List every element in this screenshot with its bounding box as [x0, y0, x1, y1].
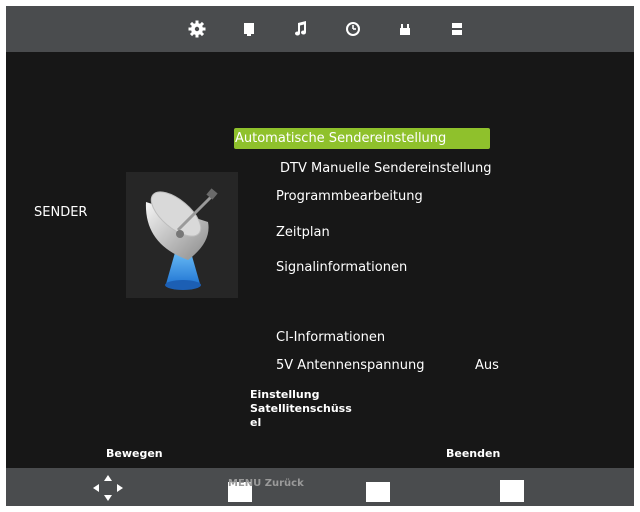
- section-label: SENDER: [34, 205, 88, 220]
- menu-item-ci-info[interactable]: CI-Informationen: [276, 330, 385, 345]
- tv-osd-screen: SENDER Automatische Sendereinstellung DT…: [6, 6, 634, 506]
- clock-icon[interactable]: [344, 20, 362, 38]
- lock-icon[interactable]: [396, 20, 414, 38]
- menu-item-dtv-manual-tuning[interactable]: DTV Manuelle Sendereinstellung: [280, 161, 491, 176]
- menu-item-program-edit[interactable]: Programmbearbeitung: [276, 189, 423, 204]
- move-hint-label: Bewegen: [106, 447, 163, 460]
- dish-setup-line-2: Satellitenschüss: [250, 402, 352, 415]
- bottom-key-bar: MENU Zurück: [6, 468, 634, 506]
- key-box-icon[interactable]: [366, 482, 390, 502]
- gear-icon[interactable]: [188, 20, 206, 38]
- exit-hint-label: Beenden: [446, 447, 501, 460]
- music-note-icon[interactable]: [292, 20, 310, 38]
- dish-setup-line-1: Einstellung: [250, 388, 320, 401]
- antenna-power-value[interactable]: Aus: [475, 358, 499, 373]
- menu-item-signal-info[interactable]: Signalinformationen: [276, 260, 407, 275]
- satellite-dish-icon: [126, 172, 238, 298]
- menu-back-label: MENU Zurück: [228, 478, 304, 489]
- settings-panel-icon[interactable]: [448, 20, 466, 38]
- top-tab-bar: [6, 6, 634, 52]
- dish-setup-line-3: el: [250, 416, 262, 429]
- dpad-arrows-icon: [90, 474, 126, 506]
- exit-key-icon[interactable]: [500, 480, 524, 502]
- picture-icon[interactable]: [240, 20, 258, 38]
- menu-item-dish-setup[interactable]: Einstellung Satellitenschüss el: [250, 388, 352, 430]
- menu-item-antenna-power[interactable]: 5V Antennenspannung: [276, 358, 424, 373]
- menu-item-schedule[interactable]: Zeitplan: [276, 225, 330, 240]
- menu-item-auto-tuning[interactable]: Automatische Sendereinstellung: [234, 128, 490, 149]
